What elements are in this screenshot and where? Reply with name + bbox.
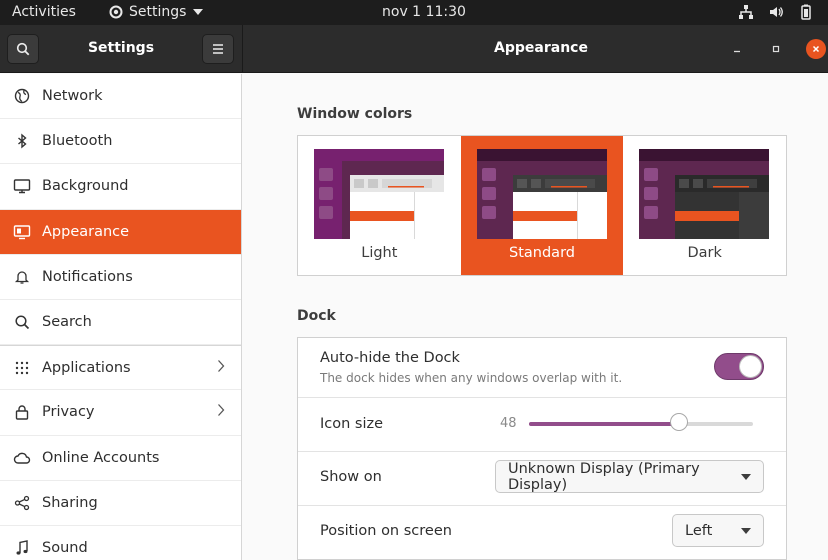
menu-button[interactable]	[202, 34, 234, 64]
sidebar-item-label: Search	[42, 314, 92, 331]
theme-label: Standard	[509, 245, 575, 261]
icon-size-row: Icon size 48	[298, 398, 786, 452]
clock[interactable]: nov 1 11:30	[382, 4, 466, 20]
search-icon	[13, 313, 31, 331]
minimize-icon	[734, 50, 740, 53]
sidebar-item-label: Appearance	[42, 223, 130, 240]
chevron-down-icon	[741, 474, 751, 480]
sidebar-item-online-accounts[interactable]: Online Accounts	[0, 436, 241, 481]
show-on-dropdown[interactable]: Unknown Display (Primary Display)	[495, 460, 764, 493]
show-on-row: Show on Unknown Display (Primary Display…	[298, 452, 786, 506]
activities-button[interactable]: Activities	[12, 4, 76, 20]
theme-label: Light	[361, 245, 398, 261]
sidebar-item-sound[interactable]: Sound	[0, 526, 241, 560]
maximize-button[interactable]	[766, 39, 786, 59]
minimize-button[interactable]	[727, 39, 747, 59]
network-globe-icon	[13, 87, 31, 105]
position-label: Position on screen	[320, 523, 452, 539]
slider-fill	[529, 422, 680, 426]
cloud-icon	[13, 449, 31, 467]
dock-heading: Dock	[297, 308, 336, 324]
slider-thumb[interactable]	[670, 413, 689, 431]
top-panel: Activities Settings nov 1 11:30	[0, 0, 828, 25]
hamburger-menu-icon	[213, 44, 223, 54]
app-menu-label: Settings	[129, 4, 187, 20]
toggle-knob	[739, 355, 762, 378]
autohide-toggle[interactable]	[714, 353, 764, 380]
dark-theme-preview	[639, 149, 770, 239]
sidebar-item-background[interactable]: Background	[0, 164, 241, 210]
dock-settings-list: Auto-hide the Dock The dock hides when a…	[297, 337, 787, 560]
close-button[interactable]	[806, 39, 826, 59]
sidebar-item-network[interactable]: Network	[0, 74, 241, 120]
icon-size-slider[interactable]	[529, 413, 753, 431]
show-on-label: Show on	[320, 469, 382, 485]
apps-grid-icon	[13, 359, 31, 377]
sidebar-item-sharing[interactable]: Sharing	[0, 481, 241, 526]
position-row: Position on screen Left	[298, 506, 786, 560]
sidebar-item-label: Privacy	[42, 404, 95, 421]
battery-icon	[801, 4, 811, 20]
chevron-down-icon	[741, 528, 751, 534]
window-colors-chooser: Light Standard Dark	[297, 135, 787, 276]
sidebar-item-label: Background	[42, 178, 129, 195]
autohide-row: Auto-hide the Dock The dock hides when a…	[298, 338, 786, 398]
theme-option-dark[interactable]: Dark	[623, 136, 786, 275]
icon-size-label: Icon size	[320, 416, 384, 432]
standard-theme-preview	[476, 149, 607, 239]
chevron-right-icon	[217, 359, 225, 377]
autohide-label: Auto-hide the Dock	[320, 350, 460, 366]
chevron-down-icon	[193, 9, 204, 15]
position-dropdown[interactable]: Left	[672, 514, 764, 547]
system-tray[interactable]	[738, 4, 814, 20]
close-icon	[812, 45, 820, 53]
sidebar: Network Bluetooth Background Appearance …	[0, 74, 242, 560]
network-icon	[739, 5, 753, 19]
sidebar-item-label: Sharing	[42, 494, 98, 511]
sidebar-item-label: Sound	[42, 539, 88, 556]
position-value: Left	[685, 522, 713, 539]
sidebar-item-privacy[interactable]: Privacy	[0, 390, 241, 436]
sidebar-item-applications[interactable]: Applications	[0, 345, 241, 391]
header-bar: Settings Appearance	[0, 25, 828, 73]
sidebar-item-label: Notifications	[42, 268, 133, 285]
theme-option-light[interactable]: Light	[298, 136, 461, 275]
theme-label: Dark	[687, 245, 722, 261]
music-note-icon	[13, 539, 31, 557]
icon-size-value: 48	[500, 416, 517, 431]
share-icon	[13, 494, 31, 512]
chevron-right-icon	[217, 403, 225, 421]
bluetooth-icon	[13, 132, 31, 150]
sidebar-item-label: Network	[42, 88, 103, 105]
sidebar-item-notifications[interactable]: Notifications	[0, 255, 241, 300]
window-colors-heading: Window colors	[297, 106, 413, 122]
sidebar-item-label: Bluetooth	[42, 133, 113, 150]
sidebar-item-label: Online Accounts	[42, 449, 160, 466]
appearance-panel: Window colors Light Standard Dark Dock A…	[243, 74, 828, 560]
sidebar-item-appearance[interactable]: Appearance	[0, 209, 241, 255]
sidebar-item-bluetooth[interactable]: Bluetooth	[0, 119, 241, 165]
bell-icon	[13, 268, 31, 286]
theme-option-standard[interactable]: Standard	[460, 136, 624, 275]
gear-icon	[109, 5, 123, 19]
light-theme-preview	[314, 149, 444, 239]
sidebar-item-search[interactable]: Search	[0, 300, 241, 346]
appearance-icon	[13, 223, 31, 241]
autohide-description: The dock hides when any windows overlap …	[320, 371, 623, 385]
sidebar-item-label: Applications	[42, 359, 131, 376]
lock-icon	[13, 403, 31, 421]
monitor-icon	[13, 177, 31, 195]
maximize-icon	[772, 45, 780, 53]
volume-icon	[770, 7, 783, 17]
show-on-value: Unknown Display (Primary Display)	[508, 460, 700, 493]
app-menu[interactable]: Settings	[108, 4, 204, 20]
